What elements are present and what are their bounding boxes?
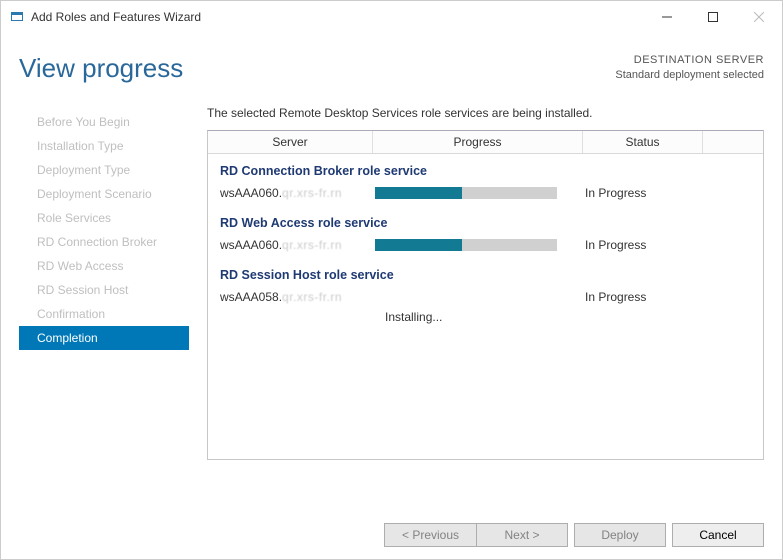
status-text: In Progress (585, 290, 705, 304)
window-title: Add Roles and Features Wizard (31, 10, 644, 24)
sidebar-item-installation-type: Installation Type (19, 134, 189, 158)
destination-value: Standard deployment selected (615, 68, 764, 83)
progress-row: wsAAA060.qr.xrs-fr.rn In Progress (220, 238, 751, 252)
server-name: wsAAA060.qr.xrs-fr.rn (220, 238, 375, 252)
col-server: Server (208, 131, 373, 153)
server-name: wsAAA058.qr.xrs-fr.rn (220, 290, 375, 304)
page-title: View progress (19, 53, 183, 84)
destination-label: DESTINATION SERVER (615, 53, 764, 68)
sidebar-item-role-services: Role Services (19, 206, 189, 230)
col-progress: Progress (373, 131, 583, 153)
section-title: RD Session Host role service (220, 268, 751, 282)
app-icon (9, 9, 25, 25)
maximize-button[interactable] (690, 1, 736, 33)
table-header: Server Progress Status (208, 131, 763, 154)
sidebar-item-deployment-scenario: Deployment Scenario (19, 182, 189, 206)
deploy-button: Deploy (574, 523, 666, 547)
progress-bar-wrap (375, 187, 585, 199)
sidebar-item-confirmation: Confirmation (19, 302, 189, 326)
close-button (736, 1, 782, 33)
progress-bar-wrap (375, 239, 585, 251)
role-section: RD Connection Broker role service wsAAA06… (208, 154, 763, 206)
minimize-button[interactable] (644, 1, 690, 33)
status-subtext: Installing... (220, 310, 751, 324)
col-spacer (703, 131, 763, 153)
progress-bar (375, 239, 557, 251)
progress-row: wsAAA060.qr.xrs-fr.rn In Progress (220, 186, 751, 200)
role-section: RD Session Host role service wsAAA058.qr.… (208, 258, 763, 330)
progress-bar (375, 187, 557, 199)
role-section: RD Web Access role service wsAAA060.qr.xr… (208, 206, 763, 258)
intro-text: The selected Remote Desktop Services rol… (207, 106, 764, 120)
cancel-button[interactable]: Cancel (672, 523, 764, 547)
wizard-sidebar: Before You BeginInstallation TypeDeploym… (19, 106, 189, 460)
section-title: RD Connection Broker role service (220, 164, 751, 178)
sidebar-item-completion: Completion (19, 326, 189, 350)
progress-row: wsAAA058.qr.xrs-fr.rn In Progress (220, 290, 751, 304)
server-name: wsAAA060.qr.xrs-fr.rn (220, 186, 375, 200)
sidebar-item-before-you-begin: Before You Begin (19, 110, 189, 134)
sidebar-item-rd-web-access: RD Web Access (19, 254, 189, 278)
previous-button: < Previous (384, 523, 476, 547)
status-text: In Progress (585, 186, 705, 200)
titlebar: Add Roles and Features Wizard (1, 1, 782, 33)
sidebar-item-deployment-type: Deployment Type (19, 158, 189, 182)
destination-info: DESTINATION SERVER Standard deployment s… (615, 53, 764, 84)
status-text: In Progress (585, 238, 705, 252)
progress-table: Server Progress Status RD Connection Bro… (207, 130, 764, 460)
window-controls (644, 1, 782, 33)
col-status: Status (583, 131, 703, 153)
progress-pane: The selected Remote Desktop Services rol… (207, 106, 764, 460)
sidebar-item-rd-session-host: RD Session Host (19, 278, 189, 302)
wizard-footer: < Previous Next > Deploy Cancel (384, 523, 764, 547)
section-title: RD Web Access role service (220, 216, 751, 230)
sidebar-item-rd-connection-broker: RD Connection Broker (19, 230, 189, 254)
next-button: Next > (476, 523, 568, 547)
